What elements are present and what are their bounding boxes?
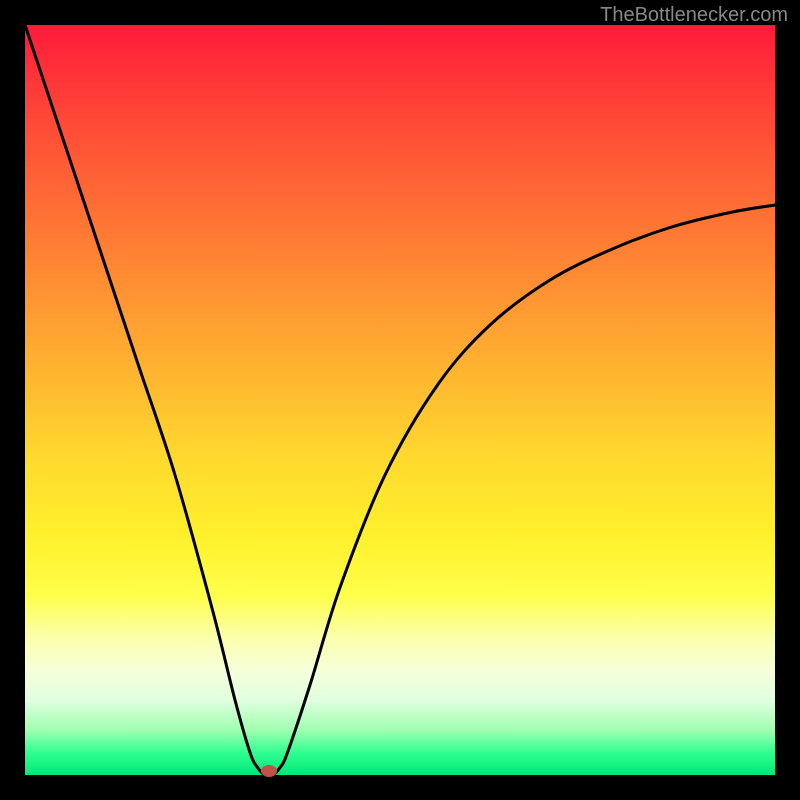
- attribution-text: TheBottlenecker.com: [600, 4, 788, 27]
- optimal-point-marker: [261, 765, 277, 777]
- chart-plot-area: [25, 25, 775, 775]
- chart-svg: [25, 25, 775, 775]
- bottleneck-curve-line: [25, 25, 775, 776]
